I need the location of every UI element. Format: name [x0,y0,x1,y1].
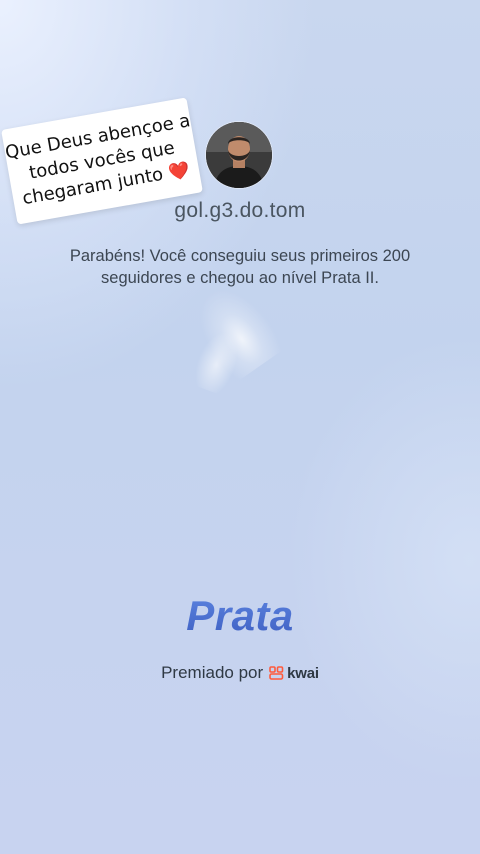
achievement-message: Parabéns! Você conseguiu seus primeiros … [69,247,411,287]
tier-title: Prata [0,592,480,640]
kwai-logo-icon [269,666,284,680]
kwai-logo: kwai [269,665,319,682]
heart-icon: ❤️ [166,160,192,184]
user-avatar-photo [206,122,272,188]
avatar[interactable] [206,122,272,188]
username: gol.g3.do.tom [174,199,306,222]
awarded-by-label: Premiado por [161,663,264,682]
kwai-brand-text: kwai [287,664,319,682]
background-light-glare-2 [162,289,268,401]
awarded-by: Premiado por kwai [0,663,480,683]
